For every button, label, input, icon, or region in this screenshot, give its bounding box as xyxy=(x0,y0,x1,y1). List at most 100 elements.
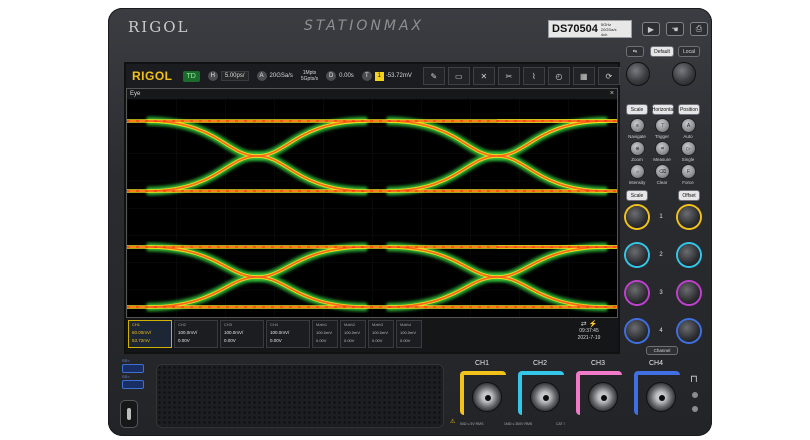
ch3-status[interactable]: CH3 100.0mV/ 0.00V xyxy=(220,320,264,348)
math4-label: Math4 xyxy=(400,322,412,327)
ch3-offset-knob[interactable] xyxy=(678,282,700,304)
memory-depth[interactable]: 1Mpts 5Gpts/s xyxy=(301,70,318,82)
ch4-scale: 100.0mV/ xyxy=(270,330,290,335)
acquire-control[interactable]: A 20GSa/s xyxy=(256,71,293,81)
trigger-control[interactable]: T 1 -53.72mV xyxy=(361,71,412,81)
run-state-badge[interactable]: TD xyxy=(182,70,200,82)
ch4-status[interactable]: CH4 100.0mV/ 0.00V xyxy=(266,320,310,348)
display-screen: RIGOL TD H 5.00ps/ A 20GSa/s 1Mpts 5Gpts… xyxy=(124,62,620,354)
channel-button[interactable]: Channel xyxy=(646,346,678,355)
multipurpose-knob-b[interactable] xyxy=(672,62,696,86)
auto-button[interactable]: A xyxy=(681,118,696,133)
ch2-status[interactable]: CH2 100.0mV/ 0.00V xyxy=(174,320,218,348)
model-name: DS70504 xyxy=(552,23,598,35)
status-area: ⇄ ⚡ 09:37:45 2021-7-19 xyxy=(564,321,614,342)
math4-status[interactable]: Math4 100.0mV 0.00V xyxy=(396,320,422,348)
close-icon[interactable]: × xyxy=(610,89,614,99)
math3-status[interactable]: Math3 100.0mV 0.00V xyxy=(368,320,394,348)
trigger-level-value: -53.72mV xyxy=(385,73,412,79)
zoom-button[interactable]: ⊕ xyxy=(630,141,645,156)
usb-label-1: SS< xyxy=(122,358,130,363)
vertical-scale-button[interactable]: Scale xyxy=(626,190,648,201)
position-button[interactable]: Position xyxy=(678,104,700,115)
ch2-scale-knob[interactable] xyxy=(626,244,648,266)
single-button[interactable]: ▷ xyxy=(681,141,696,156)
pen-icon[interactable]: ✎ xyxy=(422,67,445,85)
ch4-offset-knob[interactable] xyxy=(678,320,700,342)
default-button[interactable]: Default xyxy=(650,46,674,57)
eye-window-titlebar[interactable]: Eye × xyxy=(127,89,617,99)
channel-status-bar: CH1 60.00mV/ 53.72mV CH2 100.0mV/ 0.00V … xyxy=(126,318,618,352)
ch1-input-label: CH1 xyxy=(474,360,489,367)
scale-button[interactable]: Scale xyxy=(626,104,648,115)
usb-port-1[interactable] xyxy=(122,364,144,373)
delay-control[interactable]: D 0.00s xyxy=(326,71,354,81)
math3-line2: 0.00V xyxy=(372,338,383,343)
ch2-bnc-connector[interactable] xyxy=(530,382,560,412)
ch1-scale-knob[interactable] xyxy=(626,206,648,228)
auto-label: Auto xyxy=(683,134,693,139)
usb-port-2[interactable] xyxy=(122,380,144,389)
ch1-offset-knob[interactable] xyxy=(678,206,700,228)
measure-button[interactable]: ⌗ xyxy=(655,141,670,156)
scissors-icon[interactable]: ✂ xyxy=(497,67,520,85)
input-warning-1mohm: 1MΩ ≤ 300V RMS xyxy=(504,422,533,426)
navigate-button[interactable]: ≡ xyxy=(630,118,645,133)
ch1-offset: 53.72mV xyxy=(132,338,151,343)
ch1-bnc-connector[interactable] xyxy=(472,382,502,412)
control-panel: ⇆ Default Local Scale Horizontal Positio… xyxy=(624,38,706,358)
math3-label: Math3 xyxy=(372,322,384,327)
ruler-icon[interactable]: ▭ xyxy=(447,67,470,85)
clear-button[interactable]: ⌫ xyxy=(655,164,670,179)
single-label: Single xyxy=(681,157,695,162)
run-stop-button[interactable]: ▶ xyxy=(642,22,660,36)
menu-button[interactable]: ⇆ xyxy=(626,46,644,57)
ch4-scale-knob[interactable] xyxy=(626,320,648,342)
swap-icon[interactable]: ✕ xyxy=(472,67,495,85)
refresh-icon[interactable]: ⟳ xyxy=(597,67,620,85)
screenshot-button[interactable]: ⎙ xyxy=(690,22,708,36)
ch2-number[interactable]: 2 xyxy=(656,252,666,258)
trigger-button[interactable]: ⊤ xyxy=(655,118,670,133)
ch2-scale: 100.0mV/ xyxy=(178,330,198,335)
local-button[interactable]: Local xyxy=(678,46,700,57)
ch2-offset-knob[interactable] xyxy=(678,244,700,266)
ch4-number[interactable]: 4 xyxy=(656,328,666,334)
probe-comp-icon: ⊓ xyxy=(690,374,698,385)
ch3-scale-knob[interactable] xyxy=(626,282,648,304)
sample-rate-value: 20GSa/s xyxy=(269,73,293,79)
ch3-number[interactable]: 3 xyxy=(656,290,666,296)
multipurpose-knob-a[interactable] xyxy=(626,62,650,86)
ch3-bnc-connector[interactable] xyxy=(588,382,618,412)
touch-lock-button[interactable]: ☚ xyxy=(666,22,684,36)
brand-logo: RIGOL xyxy=(128,18,190,36)
intensity-button[interactable]: ☼ xyxy=(630,164,645,179)
offset-button[interactable]: Offset xyxy=(678,190,700,201)
eye-diagram-plot[interactable] xyxy=(127,99,617,317)
power-button[interactable] xyxy=(120,400,138,428)
force-button[interactable]: F xyxy=(681,164,696,179)
math2-status[interactable]: Math2 100.0mV 0.00V xyxy=(340,320,366,348)
screen-logo[interactable]: RIGOL xyxy=(132,69,173,83)
horizontal-button[interactable]: Horizontal xyxy=(652,104,674,115)
history-icon[interactable]: ◴ xyxy=(547,67,570,85)
ch4-status-label: CH4 xyxy=(270,322,279,327)
ch2-offset: 0.00V xyxy=(178,338,190,343)
zoom-label: Zoom xyxy=(631,157,643,162)
grid-icon[interactable]: ▦ xyxy=(572,67,595,85)
ch2-input-label: CH2 xyxy=(532,360,547,367)
math1-status[interactable]: Math1 100.0mV 0.00V xyxy=(312,320,338,348)
measure-label: Measure xyxy=(653,157,671,162)
network-icon: ⇄ ⚡ xyxy=(580,321,598,328)
model-badge: DS70504 5GHz 20GSa/s 4ch xyxy=(548,20,632,38)
ch4-offset: 0.00V xyxy=(270,338,282,343)
timebase-control[interactable]: H 5.00ps/ xyxy=(207,71,249,81)
force-label: Force xyxy=(682,180,694,185)
ch4-bnc-connector[interactable] xyxy=(646,382,676,412)
ch1-number[interactable]: 1 xyxy=(656,214,666,220)
ch4-input-label: CH4 xyxy=(648,360,663,367)
probe-comp-terminal[interactable] xyxy=(692,392,698,398)
waveform-icon[interactable]: ⌇ xyxy=(522,67,545,85)
ch1-status[interactable]: CH1 60.00mV/ 53.72mV xyxy=(128,320,172,348)
ground-terminal[interactable] xyxy=(692,406,698,412)
